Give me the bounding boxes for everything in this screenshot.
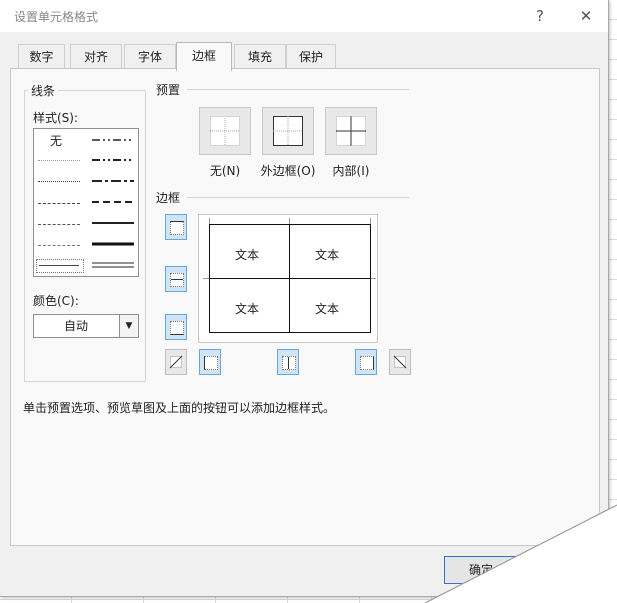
tab-border[interactable]: 边框 — [176, 42, 232, 71]
torn-corner-overlay — [424, 504, 617, 603]
